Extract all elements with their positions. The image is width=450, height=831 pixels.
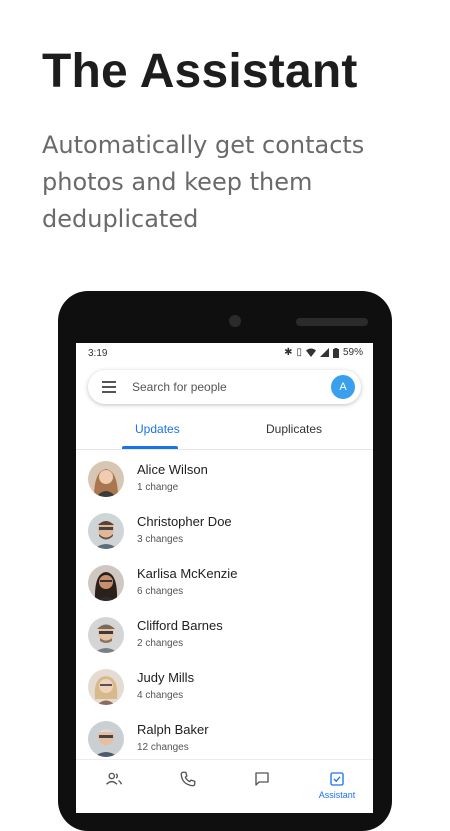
contact-changes: 6 changes [137, 586, 184, 597]
list-item[interactable]: Karlisa McKenzie 6 changes [76, 562, 373, 614]
phone-frame: 3:19 ✱ ▯ 59% Search for people A Updates… [58, 291, 392, 831]
avatar [88, 617, 124, 653]
contact-name: Judy Mills [137, 670, 195, 685]
nav-assistant[interactable]: Assistant [312, 770, 362, 800]
contact-changes: 2 changes [137, 638, 184, 649]
contact-name: Christopher Doe [137, 514, 232, 529]
status-icons: ✱ ▯ 59% [284, 347, 363, 358]
menu-icon[interactable] [102, 381, 116, 393]
status-time: 3:19 [88, 348, 108, 359]
assistant-icon [330, 772, 344, 786]
contact-name: Ralph Baker [137, 722, 209, 737]
nav-contacts[interactable] [94, 770, 134, 788]
tab-bar: Updates Duplicates [76, 413, 373, 450]
vibrate-icon: ▯ [296, 347, 302, 358]
signal-icon [319, 348, 329, 357]
contact-changes: 1 change [137, 482, 179, 493]
nav-messages[interactable] [242, 770, 282, 788]
phone-speaker [296, 318, 368, 326]
tab-duplicates[interactable]: Duplicates [266, 422, 322, 436]
status-bar: 3:19 ✱ ▯ 59% [76, 343, 373, 365]
phone-camera [229, 315, 241, 327]
wifi-icon [305, 348, 316, 357]
avatar [88, 721, 124, 757]
contact-changes: 12 changes [137, 742, 189, 753]
tab-active-indicator [122, 446, 178, 449]
message-icon [255, 772, 269, 786]
avatar [88, 461, 124, 497]
bottom-navigation: Assistant [76, 759, 373, 813]
bluetooth-icon: ✱ [284, 347, 293, 358]
list-item[interactable]: Judy Mills 4 changes [76, 666, 373, 718]
list-item[interactable]: Alice Wilson 1 change [76, 458, 373, 510]
contacts-icon [106, 772, 123, 785]
tab-updates[interactable]: Updates [135, 422, 180, 436]
contact-name: Karlisa McKenzie [137, 566, 238, 581]
avatar [88, 513, 124, 549]
search-input[interactable]: Search for people [132, 380, 227, 394]
nav-calls[interactable] [168, 770, 208, 788]
avatar [88, 565, 124, 601]
contact-name: Clifford Barnes [137, 618, 223, 633]
contact-name: Alice Wilson [137, 462, 208, 477]
list-item[interactable]: Christopher Doe 3 changes [76, 510, 373, 562]
list-item[interactable]: Clifford Barnes 2 changes [76, 614, 373, 666]
promo-title: The Assistant [42, 45, 358, 98]
contact-changes: 4 changes [137, 690, 184, 701]
app-screen: 3:19 ✱ ▯ 59% Search for people A Updates… [76, 343, 373, 813]
contact-list: Alice Wilson 1 change Christopher Doe 3 … [76, 458, 373, 770]
search-bar[interactable]: Search for people A [88, 370, 361, 404]
contact-changes: 3 changes [137, 534, 184, 545]
phone-icon [180, 771, 196, 787]
avatar [88, 669, 124, 705]
promo-subtitle: Automatically get contacts photos and ke… [42, 131, 365, 233]
nav-assistant-label: Assistant [318, 790, 356, 800]
battery-percent: 59% [342, 347, 363, 358]
account-avatar[interactable]: A [331, 375, 355, 399]
battery-icon [332, 347, 339, 358]
